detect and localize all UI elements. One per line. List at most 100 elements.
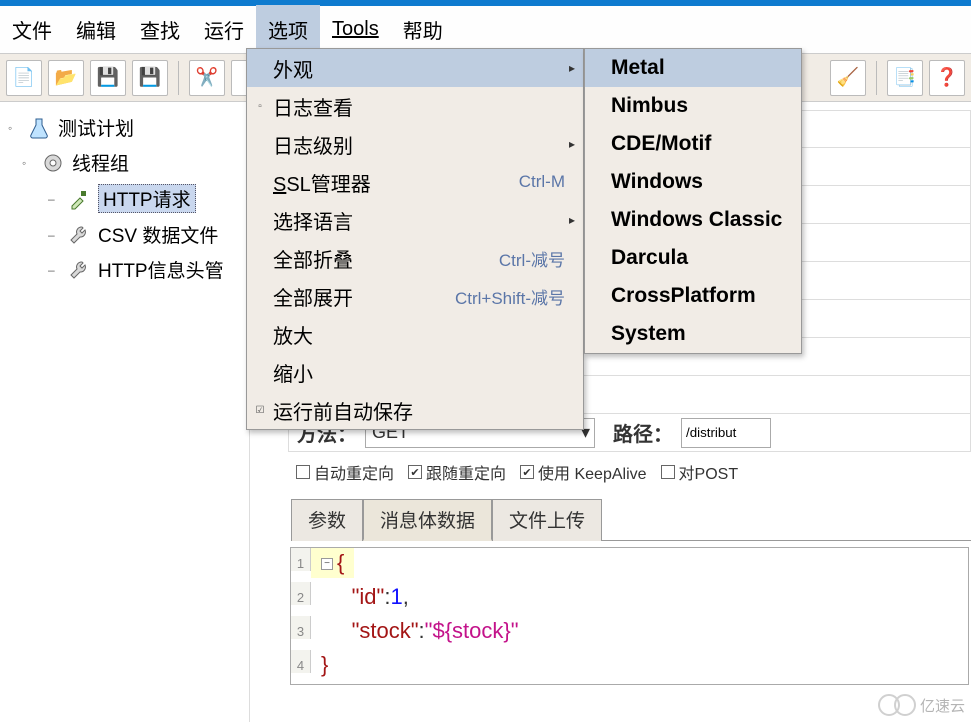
code-text: "id":1, — [311, 582, 419, 612]
body-tab[interactable]: 消息体数据 — [363, 499, 492, 541]
theme-item[interactable]: System — [585, 315, 801, 353]
watermark: 亿速云 — [878, 694, 965, 716]
options-item-label: 全部折叠 — [273, 244, 353, 273]
line-number: 3 — [291, 616, 311, 639]
checkbox-option[interactable]: 自动重定向 — [296, 460, 394, 484]
options-item-label: SSL管理器 — [273, 168, 371, 197]
checkbox-checked-icon: ☑ — [253, 403, 267, 417]
options-dropdown: 外观 ▸ ▫日志查看日志级别 ▸ SSL管理器Ctrl-M 选择语言 ▸ 全部折叠 Ctrl-减… — [246, 48, 584, 430]
flask-icon — [26, 116, 52, 140]
options-item-label: 外观 — [273, 54, 313, 83]
dropper-icon — [66, 187, 92, 211]
theme-item[interactable]: Nimbus — [585, 87, 801, 125]
submenu-arrow-icon: ▸ — [569, 137, 575, 151]
checkbox-label: 使用 KeepAlive — [538, 460, 647, 484]
tree-leaf-icon: – — [48, 228, 60, 242]
menubar: 文件 编辑 查找 运行 选项 Tools 帮助 — [0, 6, 971, 54]
body-tabs: 参数消息体数据文件上传 — [291, 498, 971, 541]
options-item[interactable]: 放大 — [247, 315, 583, 353]
checkbox-label: 跟随重定向 — [426, 460, 506, 484]
tree-panel: ◦ 测试计划 ◦ 线程组 –HTTP请求–CSV 数据文件–HTTP信息头管 — [0, 102, 250, 722]
options-item-label: 日志级别 — [273, 130, 353, 159]
menu-tools[interactable]: Tools — [320, 8, 391, 51]
toolbar-cut-icon[interactable]: ✂️ — [189, 60, 225, 96]
path-input[interactable] — [681, 418, 771, 448]
shortcut-label: Ctrl-减号 — [499, 246, 565, 271]
options-item[interactable]: ▫日志查看 — [247, 87, 583, 125]
options-item[interactable]: 选择语言 ▸ — [247, 201, 583, 239]
options-item-label: 缩小 — [273, 358, 313, 387]
line-number: 1 — [291, 548, 311, 571]
code-text: −{ — [311, 548, 354, 578]
line-number: 4 — [291, 650, 311, 673]
submenu-arrow-icon: ▸ — [569, 213, 575, 227]
body-tab[interactable]: 文件上传 — [492, 499, 602, 541]
menu-edit[interactable]: 编辑 — [64, 5, 128, 54]
theme-item[interactable]: Darcula — [585, 239, 801, 277]
theme-item[interactable]: CDE/Motif — [585, 125, 801, 163]
options-item[interactable]: 缩小 — [247, 353, 583, 391]
options-item[interactable]: SSL管理器Ctrl-M — [247, 163, 583, 201]
tree-item[interactable]: –CSV 数据文件 — [2, 217, 247, 252]
options-item[interactable]: 外观 ▸ — [247, 49, 583, 87]
submenu-arrow-icon: ▸ — [569, 61, 575, 75]
menu-help[interactable]: 帮助 — [391, 5, 455, 54]
options-item-label: 选择语言 — [273, 206, 353, 235]
tree-label: HTTP请求 — [98, 184, 196, 213]
toolbar-open-icon[interactable]: 📂 — [48, 60, 84, 96]
watermark-text: 亿速云 — [920, 695, 965, 716]
editor-line[interactable]: 4} — [291, 650, 968, 684]
tree-item[interactable]: –HTTP请求 — [2, 180, 247, 217]
shortcut-label: Ctrl+Shift-减号 — [455, 284, 565, 309]
theme-item[interactable]: Metal — [585, 49, 801, 87]
checkbox-icon: ✔ — [520, 465, 534, 479]
tree-label: HTTP信息头管 — [98, 256, 224, 283]
editor-line[interactable]: 1−{ — [291, 548, 968, 582]
checkbox-label: 自动重定向 — [314, 460, 394, 484]
tree-toggle-icon[interactable]: ◦ — [22, 156, 34, 170]
options-item[interactable]: ☑运行前自动保存 — [247, 391, 583, 429]
toolbar-new-icon[interactable]: 📄 — [6, 60, 42, 96]
options-item-label: 全部展开 — [273, 282, 353, 311]
toolbar-save-icon[interactable]: 💾 — [90, 60, 126, 96]
editor-line[interactable]: 3 "stock":"${stock}" — [291, 616, 968, 650]
tree-threadgroup[interactable]: ◦ 线程组 — [2, 145, 247, 180]
tree-leaf-icon: – — [48, 263, 60, 277]
body-tab[interactable]: 参数 — [291, 499, 363, 541]
code-text: } — [311, 650, 338, 680]
tree-label: 线程组 — [72, 149, 129, 176]
tree-label: 测试计划 — [58, 114, 134, 141]
checkbox-icon — [296, 465, 310, 479]
tree-item[interactable]: – HTTP信息头管 — [2, 252, 247, 287]
toolbar-saveas-icon[interactable]: 💾 — [132, 60, 168, 96]
body-editor[interactable]: 1−{2 "id":1,3 "stock":"${stock}"4} — [290, 547, 969, 685]
menu-options[interactable]: 选项 — [256, 5, 320, 54]
tree-toggle-icon[interactable]: ◦ — [8, 121, 20, 135]
theme-item[interactable]: Windows — [585, 163, 801, 201]
options-item[interactable]: 全部折叠 Ctrl-减号 — [247, 239, 583, 277]
checkbox-label: 对POST — [679, 460, 739, 484]
editor-line[interactable]: 2 "id":1, — [291, 582, 968, 616]
toolbar-help-icon[interactable]: ❓ — [929, 60, 965, 96]
checkbox-option[interactable]: ✔ 使用 KeepAlive — [520, 460, 647, 484]
checkbox-icon — [661, 465, 675, 479]
fold-icon[interactable]: − — [321, 558, 333, 570]
options-item-label: 日志查看 — [273, 92, 353, 121]
menu-file[interactable]: 文件 — [0, 5, 64, 54]
options-item[interactable]: 日志级别 ▸ — [247, 125, 583, 163]
toolbar-separator — [178, 61, 179, 95]
checkbox-option[interactable]: ✔跟随重定向 — [408, 460, 506, 484]
menu-run[interactable]: 运行 — [192, 5, 256, 54]
menu-search[interactable]: 查找 — [128, 5, 192, 54]
options-item[interactable]: 全部展开 Ctrl+Shift-减号 — [247, 277, 583, 315]
toolbar-doc-icon[interactable]: 📑 — [887, 60, 923, 96]
theme-item[interactable]: CrossPlatform — [585, 277, 801, 315]
theme-item[interactable]: Windows Classic — [585, 201, 801, 239]
path-label: 路径： — [613, 418, 673, 447]
toolbar-broom-icon[interactable]: 🧹 — [830, 60, 866, 96]
request-options: 自动重定向 ✔跟随重定向 ✔ 使用 KeepAlive 对POST — [288, 452, 971, 498]
tree-root-testplan[interactable]: ◦ 测试计划 — [2, 110, 247, 145]
line-number: 2 — [291, 582, 311, 605]
watermark-icon — [894, 694, 916, 716]
checkbox-option[interactable]: 对POST — [661, 460, 739, 484]
